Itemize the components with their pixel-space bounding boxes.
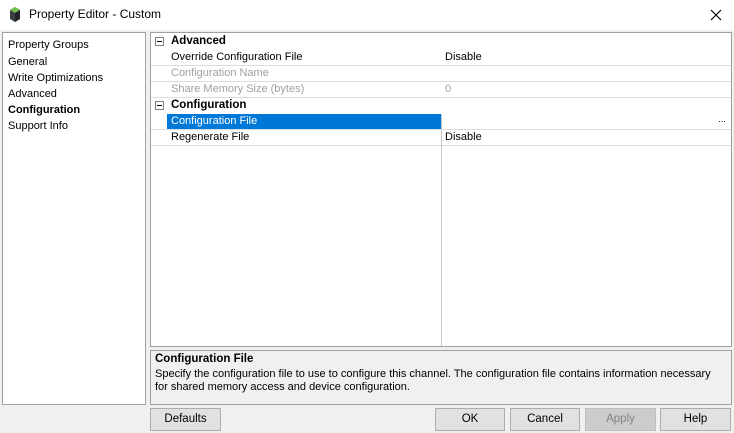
property-value[interactable]: [442, 114, 731, 129]
property-groups-header: Property Groups: [8, 39, 89, 51]
property-grid: Advanced Override Configuration File Dis…: [150, 32, 732, 347]
description-title: Configuration File: [155, 353, 254, 365]
close-icon: [710, 9, 722, 21]
cancel-button[interactable]: Cancel: [510, 408, 580, 431]
window-title: Property Editor - Custom: [29, 7, 162, 21]
close-button[interactable]: [698, 0, 734, 30]
property-value[interactable]: Disable: [442, 50, 731, 65]
category-configuration[interactable]: Configuration: [151, 98, 731, 114]
collapse-icon[interactable]: [155, 37, 164, 46]
property-value: [442, 66, 731, 81]
category-advanced[interactable]: Advanced: [151, 34, 731, 50]
column-divider[interactable]: [441, 114, 442, 346]
property-name: Share Memory Size (bytes): [171, 83, 305, 95]
property-name: Configuration Name: [171, 67, 269, 79]
help-button[interactable]: Help: [660, 408, 731, 431]
property-row-override-configuration-file[interactable]: Override Configuration File Disable: [151, 50, 731, 66]
collapse-icon[interactable]: [155, 101, 164, 110]
property-row-share-memory-size: Share Memory Size (bytes) 0: [151, 82, 731, 98]
property-name: Override Configuration File: [171, 51, 303, 63]
apply-button: Apply: [585, 408, 656, 431]
property-value[interactable]: Disable: [442, 130, 731, 145]
property-name: Regenerate File: [171, 131, 250, 143]
dialog-content: Property Groups General Write Optimizati…: [0, 30, 734, 433]
group-item-general[interactable]: General: [8, 54, 47, 70]
group-item-configuration[interactable]: Configuration: [8, 102, 80, 118]
ok-button[interactable]: OK: [435, 408, 505, 431]
property-groups-list: Property Groups General Write Optimizati…: [2, 32, 146, 405]
group-item-advanced[interactable]: Advanced: [8, 86, 57, 102]
defaults-button[interactable]: Defaults: [150, 408, 221, 431]
group-item-support-info[interactable]: Support Info: [8, 118, 68, 134]
property-value: 0: [445, 83, 452, 95]
browse-button[interactable]: ...: [715, 115, 729, 128]
category-label: Configuration: [171, 99, 247, 111]
property-row-configuration-name: Configuration Name: [151, 66, 731, 82]
title-bar: Property Editor - Custom: [0, 0, 734, 30]
group-item-write-optimizations[interactable]: Write Optimizations: [8, 70, 103, 86]
category-label: Advanced: [171, 35, 226, 47]
app-icon: [7, 6, 23, 23]
property-name: Configuration File: [167, 114, 441, 129]
description-text: Specify the configuration file to use to…: [155, 368, 711, 393]
description-panel: Configuration File Specify the configura…: [150, 350, 732, 405]
